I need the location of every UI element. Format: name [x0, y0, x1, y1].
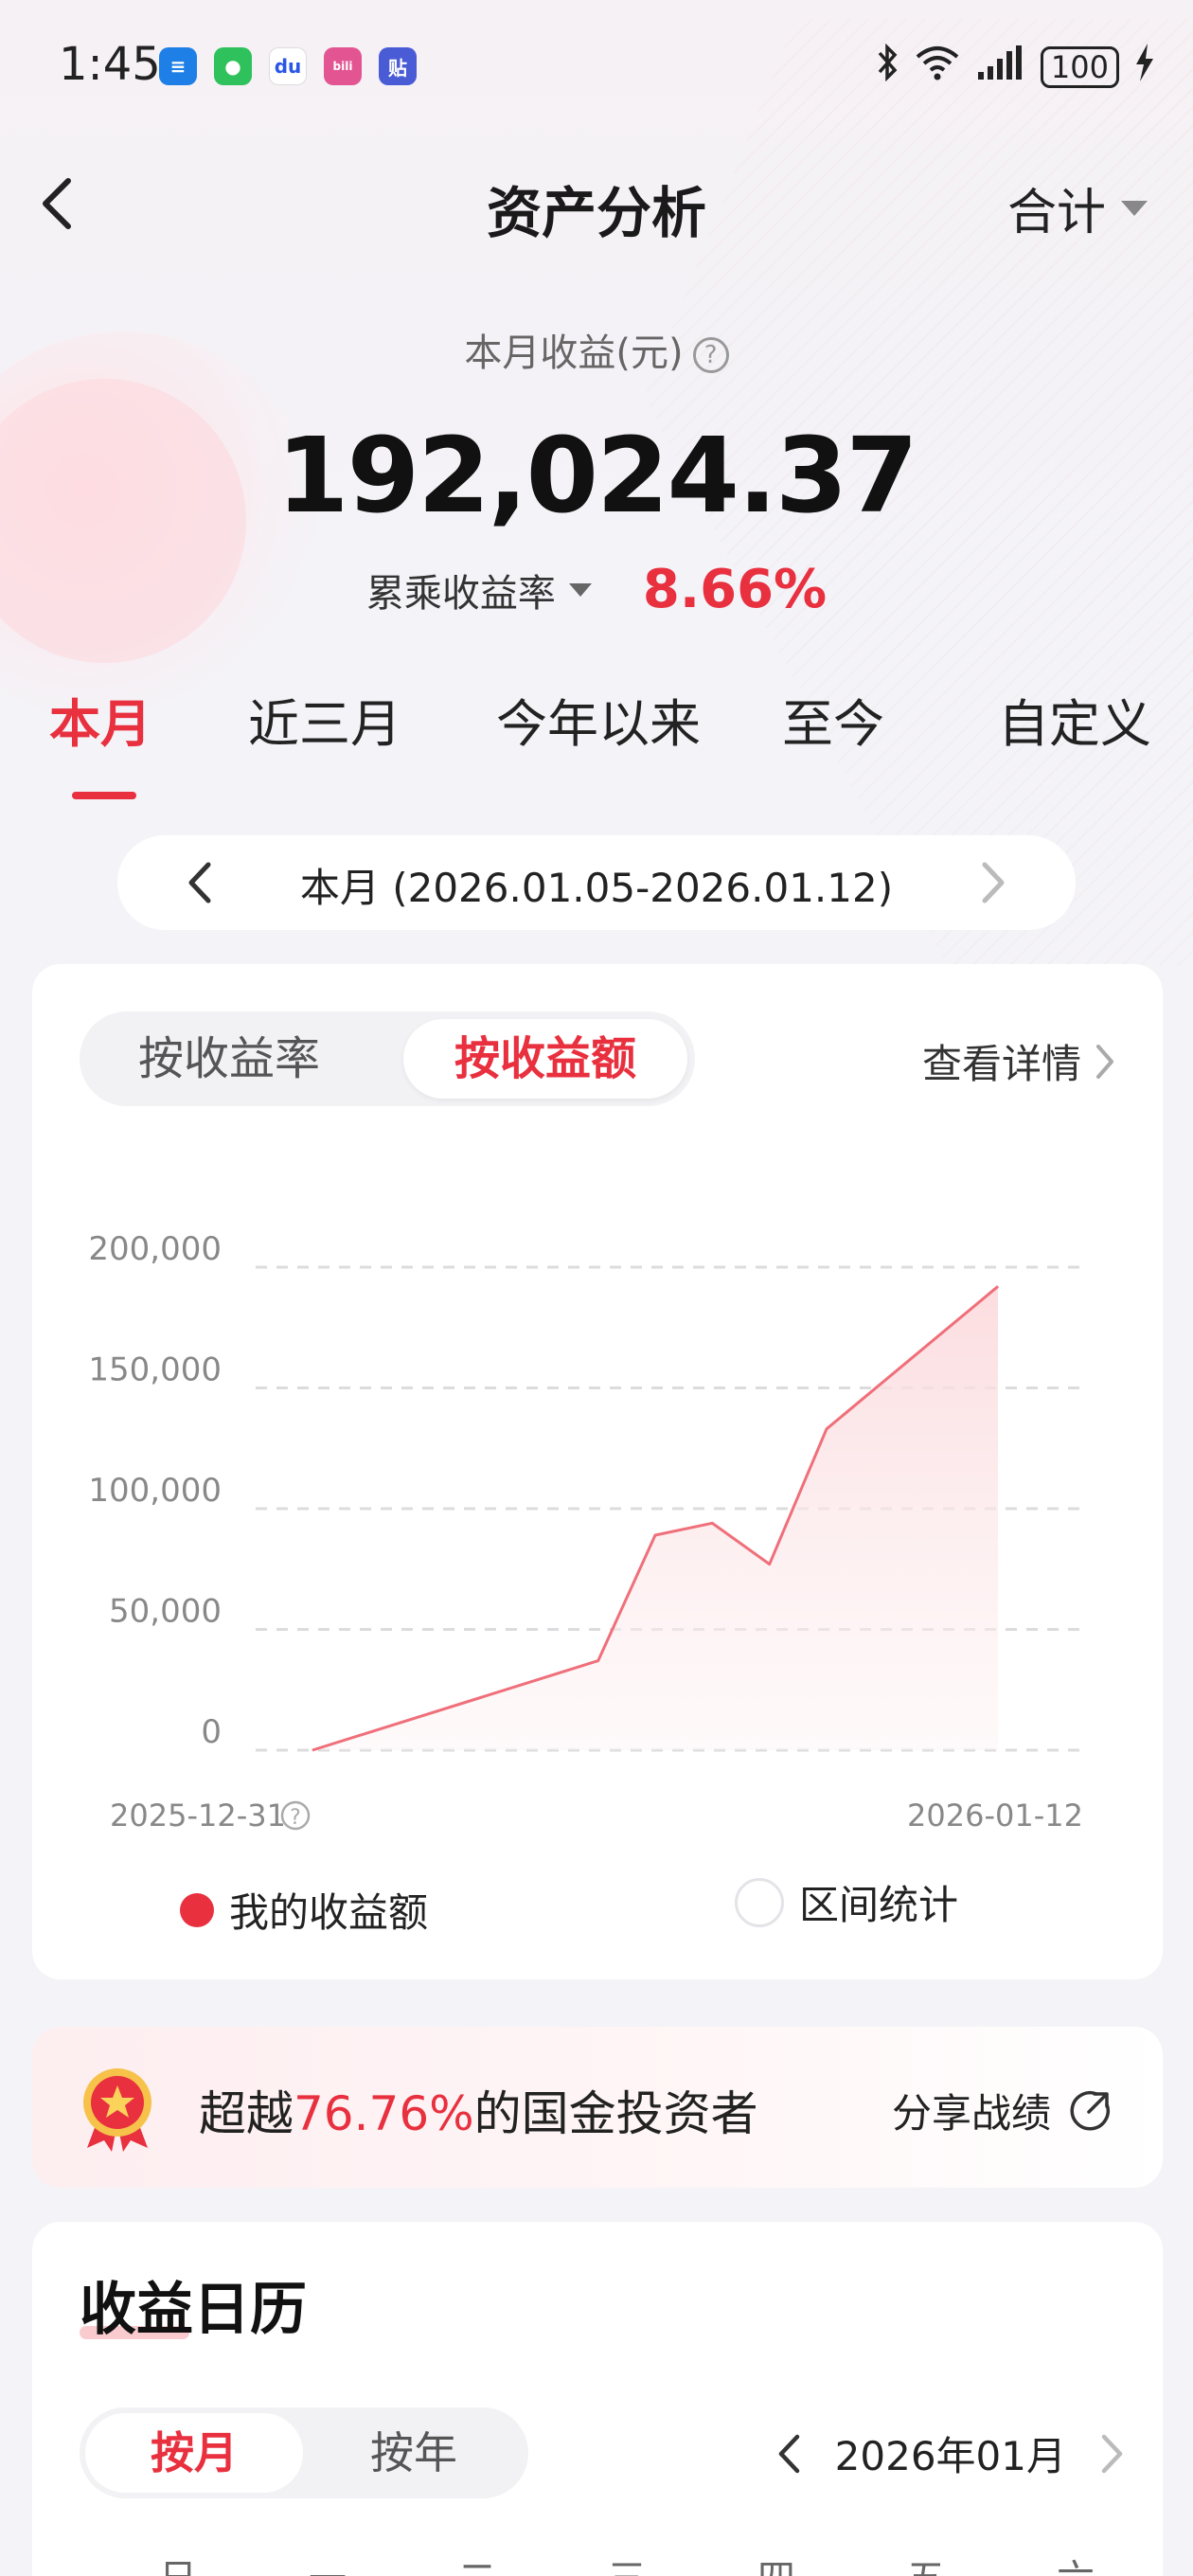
legend-color-dot: [180, 1892, 214, 1927]
y-tick-label: 150,000: [88, 1351, 222, 1389]
data-point: [997, 1285, 999, 1287]
notification-icons: ≡ ● du bili 贴: [159, 47, 417, 85]
ranking-prefix: 超越: [199, 2086, 294, 2141]
tab-three-months[interactable]: 近三月: [248, 682, 401, 757]
account-dropdown-label: 合计: [1006, 185, 1106, 242]
rate-type-selector[interactable]: 累乘收益率: [366, 563, 556, 617]
share-label: 分享战绩: [891, 2090, 1051, 2137]
tab-year-to-date[interactable]: 今年以来: [496, 682, 701, 757]
calendar-by-month[interactable]: 按月: [85, 2413, 303, 2493]
next-period-button[interactable]: [970, 858, 1017, 907]
calendar-mode-toggle: 按月 按年: [80, 2407, 528, 2498]
help-icon[interactable]: ?: [692, 337, 729, 373]
ranking-card: 超越76.76%的国金投资者 分享战绩: [32, 2027, 1163, 2188]
rate-value: 8.66%: [642, 559, 828, 620]
next-month-button[interactable]: [1100, 2433, 1125, 2475]
y-tick-label: 200,000: [88, 1230, 222, 1268]
baidu-app-icon: du: [269, 47, 307, 85]
calendar-by-year[interactable]: 按年: [305, 2413, 523, 2493]
earnings-label-row: 本月收益(元)?: [0, 322, 1193, 377]
view-details-link[interactable]: 查看详情: [922, 1032, 1115, 1090]
legend-my-earnings[interactable]: 我的收益额: [180, 1881, 428, 1939]
earnings-label: 本月收益(元): [464, 331, 684, 375]
wechat-app-icon: ●: [214, 47, 252, 85]
chart-mode-toggle: 按收益率 按收益额: [80, 1011, 695, 1106]
ranking-percent: 76.76%: [294, 2086, 474, 2141]
tab-since-inception[interactable]: 至今: [782, 682, 884, 757]
date-range-text: 本月 (2026.01.05-2026.01.12): [299, 865, 894, 911]
weekday-label: 一: [280, 2548, 375, 2576]
chevron-right-icon: [1096, 1044, 1113, 1079]
bilibili-app-icon: bili: [324, 47, 362, 85]
earnings-value: 192,024.37: [276, 415, 918, 536]
mode-by-rate[interactable]: 按收益率: [87, 1019, 371, 1099]
y-tick-label: 50,000: [109, 1593, 222, 1631]
share-icon: [1070, 2090, 1110, 2130]
status-time: 1:45: [59, 38, 161, 91]
weekday-label: 六: [1028, 2548, 1123, 2576]
weekday-label: 五: [879, 2548, 973, 2576]
date-range-selector: 本月 (2026.01.05-2026.01.12): [117, 835, 1076, 930]
caret-down-icon[interactable]: [568, 582, 592, 597]
legend-interval-stats[interactable]: 区间统计: [735, 1873, 958, 1931]
tab-this-month[interactable]: 本月: [49, 682, 151, 757]
weekday-header: 日 一 二 三 四 五 六: [80, 2548, 1121, 2576]
legend-my-earnings-label: 我的收益额: [229, 1889, 429, 1936]
data-point: [711, 1522, 713, 1524]
nav-header: 资产分析 合计: [0, 152, 1193, 256]
chart-legend: 我的收益额 区间统计: [32, 1873, 1163, 1949]
month-navigator: 2026年01月: [776, 2424, 1125, 2482]
series-area: [312, 1286, 998, 1750]
x-start-label: 2025-12-31: [110, 1798, 286, 1834]
y-tick-label: 0: [201, 1713, 222, 1751]
current-month: 2026年01月: [834, 2433, 1066, 2479]
earnings-calendar-card: 收益日历 按月 按年 2026年01月 日 一 二 三 四 五 六: [32, 2222, 1163, 2576]
medal-icon: [83, 2068, 151, 2152]
data-point: [597, 1660, 599, 1662]
svg-text:?: ?: [290, 1806, 301, 1830]
y-tick-label: 100,000: [88, 1472, 222, 1510]
ranking-suffix: 的国金投资者: [473, 2086, 758, 2141]
battery-indicator: 100: [1040, 45, 1119, 88]
weekday-label: 日: [131, 2548, 225, 2576]
share-button[interactable]: 分享战绩: [892, 2082, 1112, 2139]
x-end-label: 2026-01-12: [907, 1798, 1083, 1834]
data-point: [769, 1564, 771, 1565]
status-bar: 1:45 ≡ ● du bili 贴 100: [0, 0, 1193, 133]
help-icon: ?: [280, 1800, 311, 1831]
legend-interval-label: 区间统计: [799, 1882, 959, 1928]
earnings-chart: 200,000 150,000 100,000 50,000 0 2025-12-31? 2…: [88, 1230, 1083, 1834]
view-details-label: 查看详情: [921, 1041, 1081, 1087]
account-dropdown[interactable]: 合计: [1007, 172, 1148, 243]
data-point: [312, 1749, 313, 1751]
weekday-label: 二: [430, 2548, 525, 2576]
system-indicators: 100: [876, 43, 1155, 90]
message-app-icon: ≡: [159, 47, 197, 85]
chart-card: 按收益率 按收益额 查看详情 200,000 150,000 100,000 50,0…: [32, 964, 1163, 1979]
bluetooth-icon: [876, 43, 899, 90]
tab-custom[interactable]: 自定义: [998, 682, 1151, 757]
active-tab-indicator: [72, 792, 136, 799]
charging-icon: [1134, 44, 1155, 90]
chevron-right-icon: [982, 862, 1005, 903]
rate-row: 累乘收益率 8.66%: [0, 559, 1193, 620]
period-tabs: 本月 近三月 今年以来 至今 自定义: [0, 682, 1193, 799]
weekday-label: 四: [729, 2548, 824, 2576]
data-point: [654, 1534, 656, 1536]
caret-down-icon: [1121, 200, 1148, 216]
data-point: [826, 1428, 828, 1430]
signal-icon: [976, 44, 1025, 90]
ranking-text: 超越76.76%的国金投资者: [199, 2076, 758, 2144]
wifi-icon: [914, 44, 961, 90]
previous-month-button[interactable]: [776, 2433, 801, 2475]
tieba-app-icon: 贴: [379, 47, 417, 85]
weekday-label: 三: [579, 2548, 674, 2576]
calendar-title: 收益日历: [80, 2277, 307, 2343]
mode-by-amount[interactable]: 按收益额: [403, 1019, 687, 1099]
interval-toggle-radio[interactable]: [735, 1877, 784, 1927]
